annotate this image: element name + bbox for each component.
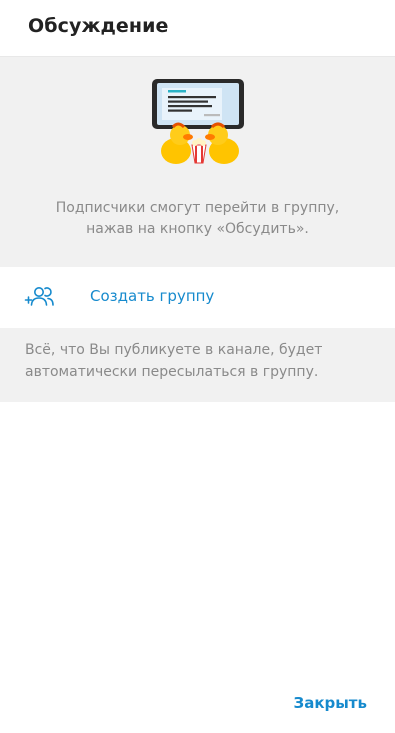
create-group-label: Создать группу xyxy=(90,287,215,305)
close-button[interactable]: Закрыть xyxy=(294,694,367,712)
hero-section: Подписчики смогут перейти в группу, нажа… xyxy=(0,57,395,267)
info-section: Всё, что Вы публикуете в канале, будет а… xyxy=(0,328,395,402)
info-text: Всё, что Вы публикуете в канале, будет а… xyxy=(25,342,323,380)
dialog-title: Обсуждение xyxy=(28,15,169,37)
hero-description: Подписчики смогут перейти в группу, нажа… xyxy=(55,200,340,237)
add-group-icon xyxy=(24,287,54,306)
ducks-watching-screen-icon xyxy=(152,79,244,164)
dialog-header: Обсуждение xyxy=(0,0,395,57)
create-group-button[interactable]: Создать группу xyxy=(0,267,395,328)
